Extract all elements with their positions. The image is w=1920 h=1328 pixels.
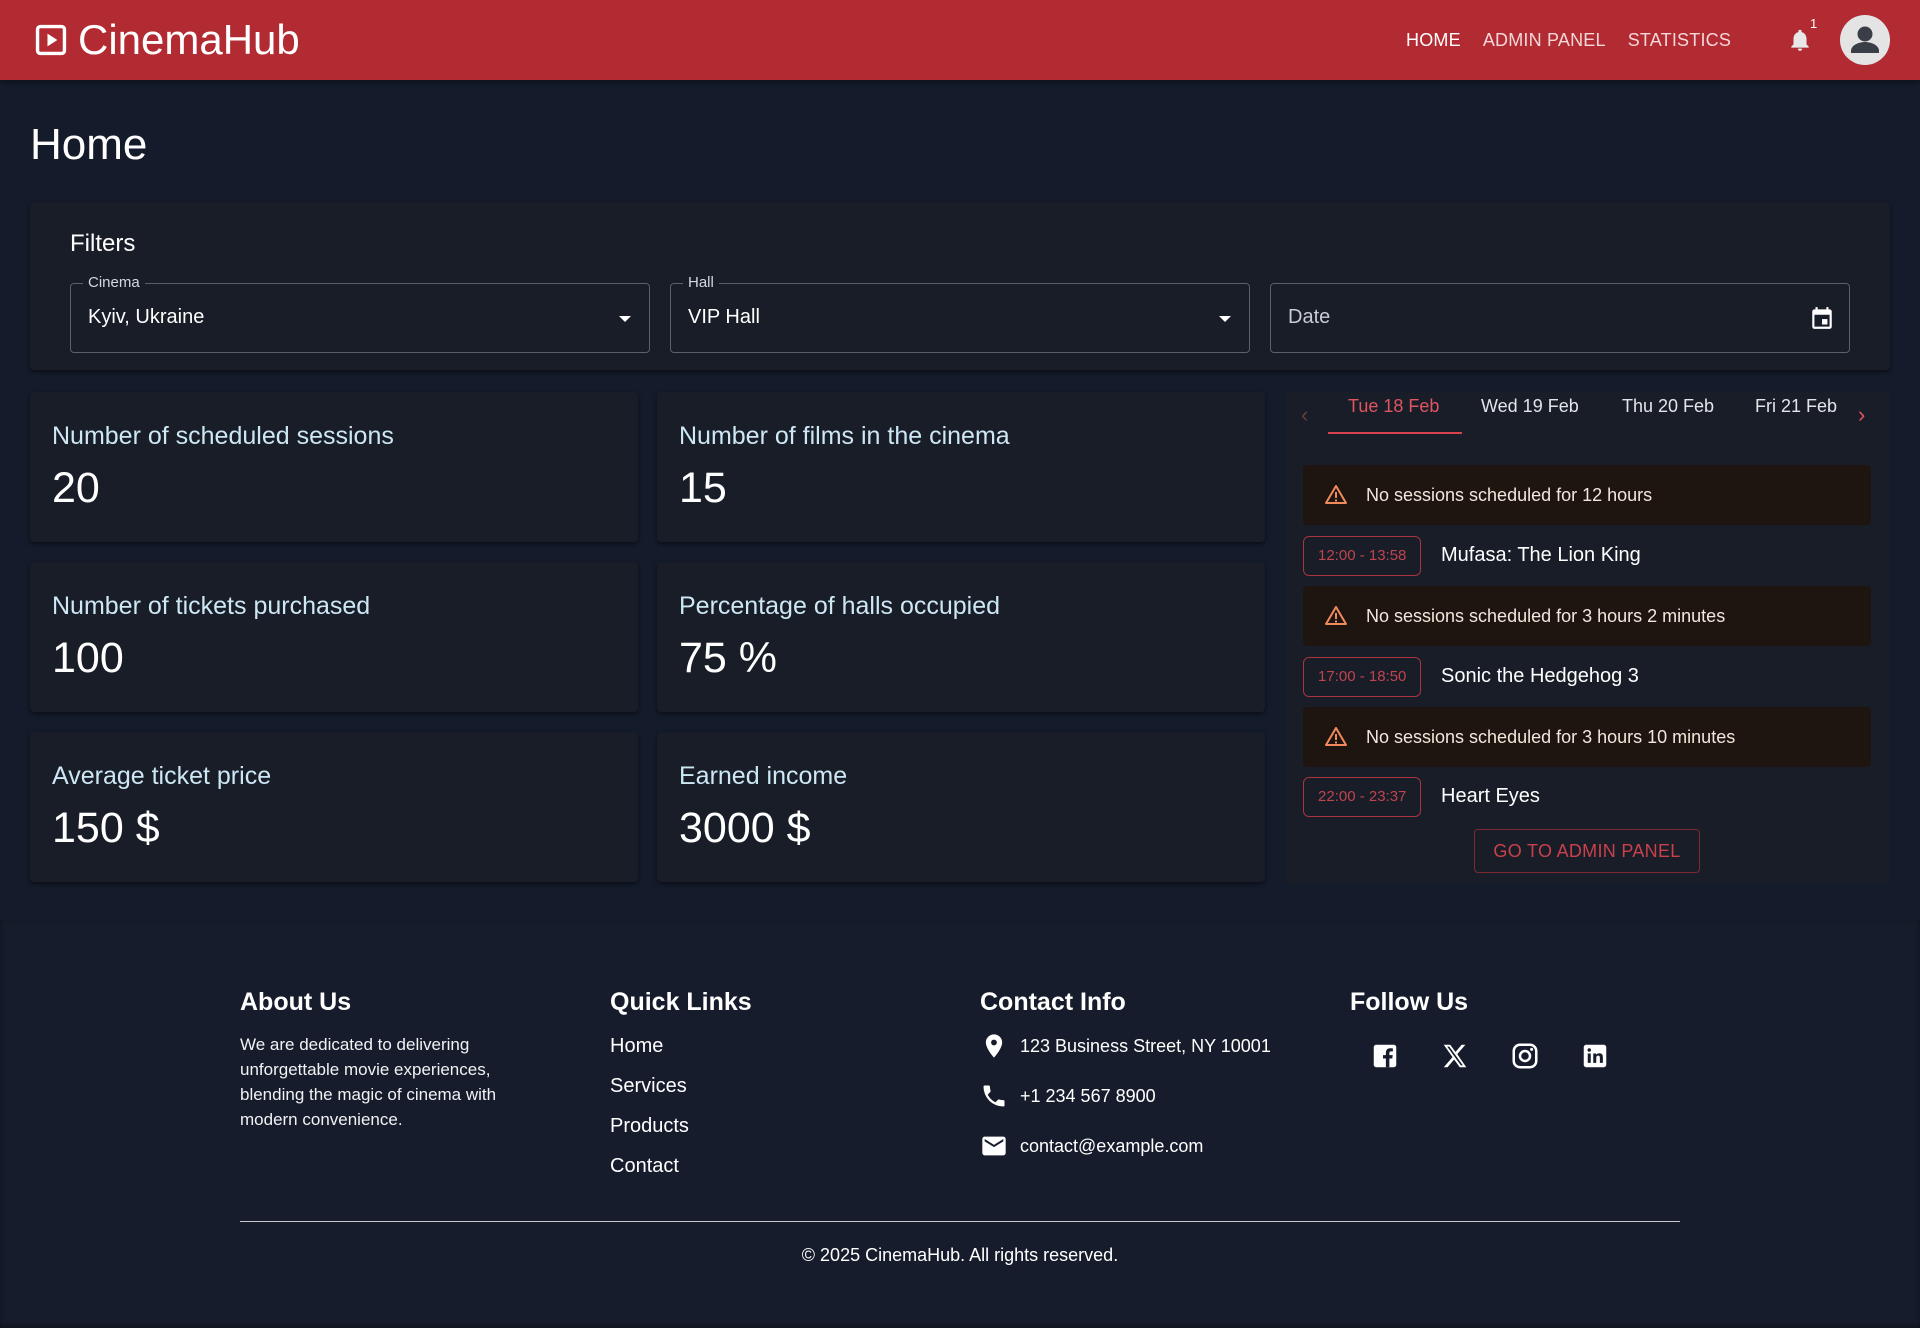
follow-title: Follow Us: [1350, 988, 1469, 1016]
brand-name: CinemaHub: [78, 16, 300, 63]
stat-value: 75 %: [679, 634, 778, 682]
warning-icon: [1325, 485, 1347, 504]
alert-text: No sessions scheduled for 12 hours: [1366, 485, 1653, 505]
location-pin-icon: [985, 1034, 1003, 1058]
stat-card-tickets: Number of tickets purchased 100: [30, 562, 638, 712]
stat-label: Average ticket price: [52, 762, 272, 790]
brand[interactable]: CinemaHub: [34, 16, 300, 64]
go-to-admin-panel-button[interactable]: GO TO ADMIN PANEL: [1474, 829, 1700, 873]
stat-value: 100: [52, 634, 124, 682]
stat-label: Number of tickets purchased: [52, 592, 371, 620]
stat-card-sessions: Number of scheduled sessions 20: [30, 392, 638, 542]
stat-label: Number of scheduled sessions: [52, 422, 394, 450]
chevron-down-icon: [1219, 316, 1231, 322]
avatar[interactable]: [1840, 15, 1890, 65]
warning-icon: [1325, 727, 1347, 746]
contact-phone: +1 234 567 8900: [980, 1082, 1156, 1110]
about-title: About Us: [240, 988, 352, 1016]
stat-card-income: Earned income 3000 $: [657, 732, 1265, 882]
user-icon: [1851, 26, 1879, 53]
tab-wed-19-feb[interactable]: Wed 19 Feb: [1481, 396, 1579, 417]
cinema-select[interactable]: Cinema Kyiv, Ukraine: [70, 274, 650, 353]
notification-badge: 1: [1810, 16, 1818, 31]
nav-admin-panel[interactable]: ADMIN PANEL: [1483, 30, 1606, 51]
footer-divider: [240, 1221, 1680, 1222]
tab-thu-20-feb[interactable]: Thu 20 Feb: [1622, 396, 1714, 417]
phone-text: +1 234 567 8900: [1020, 1085, 1156, 1106]
schedule-gap-alert: No sessions scheduled for 12 hours: [1303, 465, 1871, 525]
copyright: © 2025 CinemaHub. All rights reserved.: [801, 1245, 1119, 1265]
chevron-right-icon[interactable]: ›: [1858, 402, 1865, 428]
warning-icon: [1325, 606, 1347, 625]
page-title: Home: [30, 120, 148, 169]
x-icon[interactable]: [1440, 1041, 1470, 1071]
alert-text: No sessions scheduled for 3 hours 2 minu…: [1366, 606, 1726, 626]
hall-label: Hall: [683, 274, 719, 291]
stat-value: 15: [679, 464, 727, 512]
stat-label: Earned income: [679, 762, 848, 790]
stat-label: Percentage of halls occupied: [679, 592, 1001, 620]
session-time-chip[interactable]: 12:00 - 13:58: [1303, 536, 1422, 576]
stat-value: 150 $: [52, 804, 160, 852]
schedule-gap-alert: No sessions scheduled for 3 hours 10 min…: [1303, 707, 1871, 767]
contact-address: 123 Business Street, NY 10001: [980, 1032, 1271, 1060]
chevron-left-icon[interactable]: ‹: [1301, 402, 1308, 428]
cinema-label: Cinema: [83, 274, 145, 291]
facebook-icon[interactable]: [1370, 1041, 1400, 1071]
address-text: 123 Business Street, NY 10001: [1020, 1035, 1271, 1056]
main-nav: HOME ADMIN PANEL STATISTICS: [1406, 0, 1753, 80]
session-time-chip[interactable]: 17:00 - 18:50: [1303, 657, 1422, 697]
stat-label: Number of films in the cinema: [679, 422, 1010, 450]
hall-select[interactable]: Hall VIP Hall: [670, 274, 1250, 353]
phone-icon: [983, 1085, 1005, 1107]
footer-link-products[interactable]: Products: [610, 1115, 689, 1138]
stat-card-occupancy: Percentage of halls occupied 75 %: [657, 562, 1265, 712]
stat-value: 3000 $: [679, 804, 811, 852]
email-text: contact@example.com: [1020, 1135, 1204, 1156]
footer-link-contact[interactable]: Contact: [610, 1155, 679, 1178]
schedule-gap-alert: No sessions scheduled for 3 hours 2 minu…: [1303, 586, 1871, 646]
contact-email: contact@example.com: [980, 1132, 1203, 1160]
email-icon: [982, 1136, 1006, 1156]
date-tabs: ‹ Tue 18 Feb Wed 19 Feb Thu 20 Feb Fri 2…: [1285, 392, 1890, 436]
date-field[interactable]: Date: [1270, 283, 1850, 353]
footer-link-services[interactable]: Services: [610, 1075, 687, 1098]
hall-value: VIP Hall: [688, 306, 760, 328]
tab-indicator: [1328, 432, 1462, 434]
calendar-icon[interactable]: [1809, 304, 1835, 332]
session-title[interactable]: Mufasa: The Lion King: [1441, 544, 1641, 567]
alert-text: No sessions scheduled for 3 hours 10 min…: [1366, 727, 1736, 747]
filters-panel: Filters Cinema Kyiv, Ukraine Hall VIP Ha…: [30, 202, 1890, 370]
tab-fri-21-feb[interactable]: Fri 21 Feb: [1755, 396, 1837, 417]
nav-home[interactable]: HOME: [1406, 30, 1461, 51]
nav-statistics[interactable]: STATISTICS: [1628, 30, 1731, 51]
session-title[interactable]: Heart Eyes: [1441, 785, 1540, 808]
stat-card-avg-price: Average ticket price 150 $: [30, 732, 638, 882]
session-title[interactable]: Sonic the Hedgehog 3: [1441, 665, 1639, 688]
cinema-value: Kyiv, Ukraine: [88, 306, 205, 328]
contact-title: Contact Info: [980, 988, 1126, 1016]
quick-links-title: Quick Links: [610, 988, 752, 1016]
stat-card-films: Number of films in the cinema 15: [657, 392, 1265, 542]
app-bar: CinemaHub HOME ADMIN PANEL STATISTICS 1: [0, 0, 1920, 80]
chevron-down-icon: [619, 316, 631, 322]
schedule-panel: ‹ Tue 18 Feb Wed 19 Feb Thu 20 Feb Fri 2…: [1285, 392, 1890, 884]
about-text: We are dedicated to delivering unforgett…: [240, 1035, 497, 1129]
stat-value: 20: [52, 464, 100, 512]
filters-title: Filters: [70, 230, 136, 257]
tab-tue-18-feb[interactable]: Tue 18 Feb: [1348, 396, 1439, 417]
session-time-chip[interactable]: 22:00 - 23:37: [1303, 777, 1422, 817]
date-placeholder: Date: [1288, 306, 1331, 328]
instagram-icon[interactable]: [1510, 1041, 1540, 1071]
play-box-icon: [35, 24, 67, 56]
footer-link-home[interactable]: Home: [610, 1035, 663, 1058]
linkedin-icon[interactable]: [1580, 1041, 1610, 1071]
